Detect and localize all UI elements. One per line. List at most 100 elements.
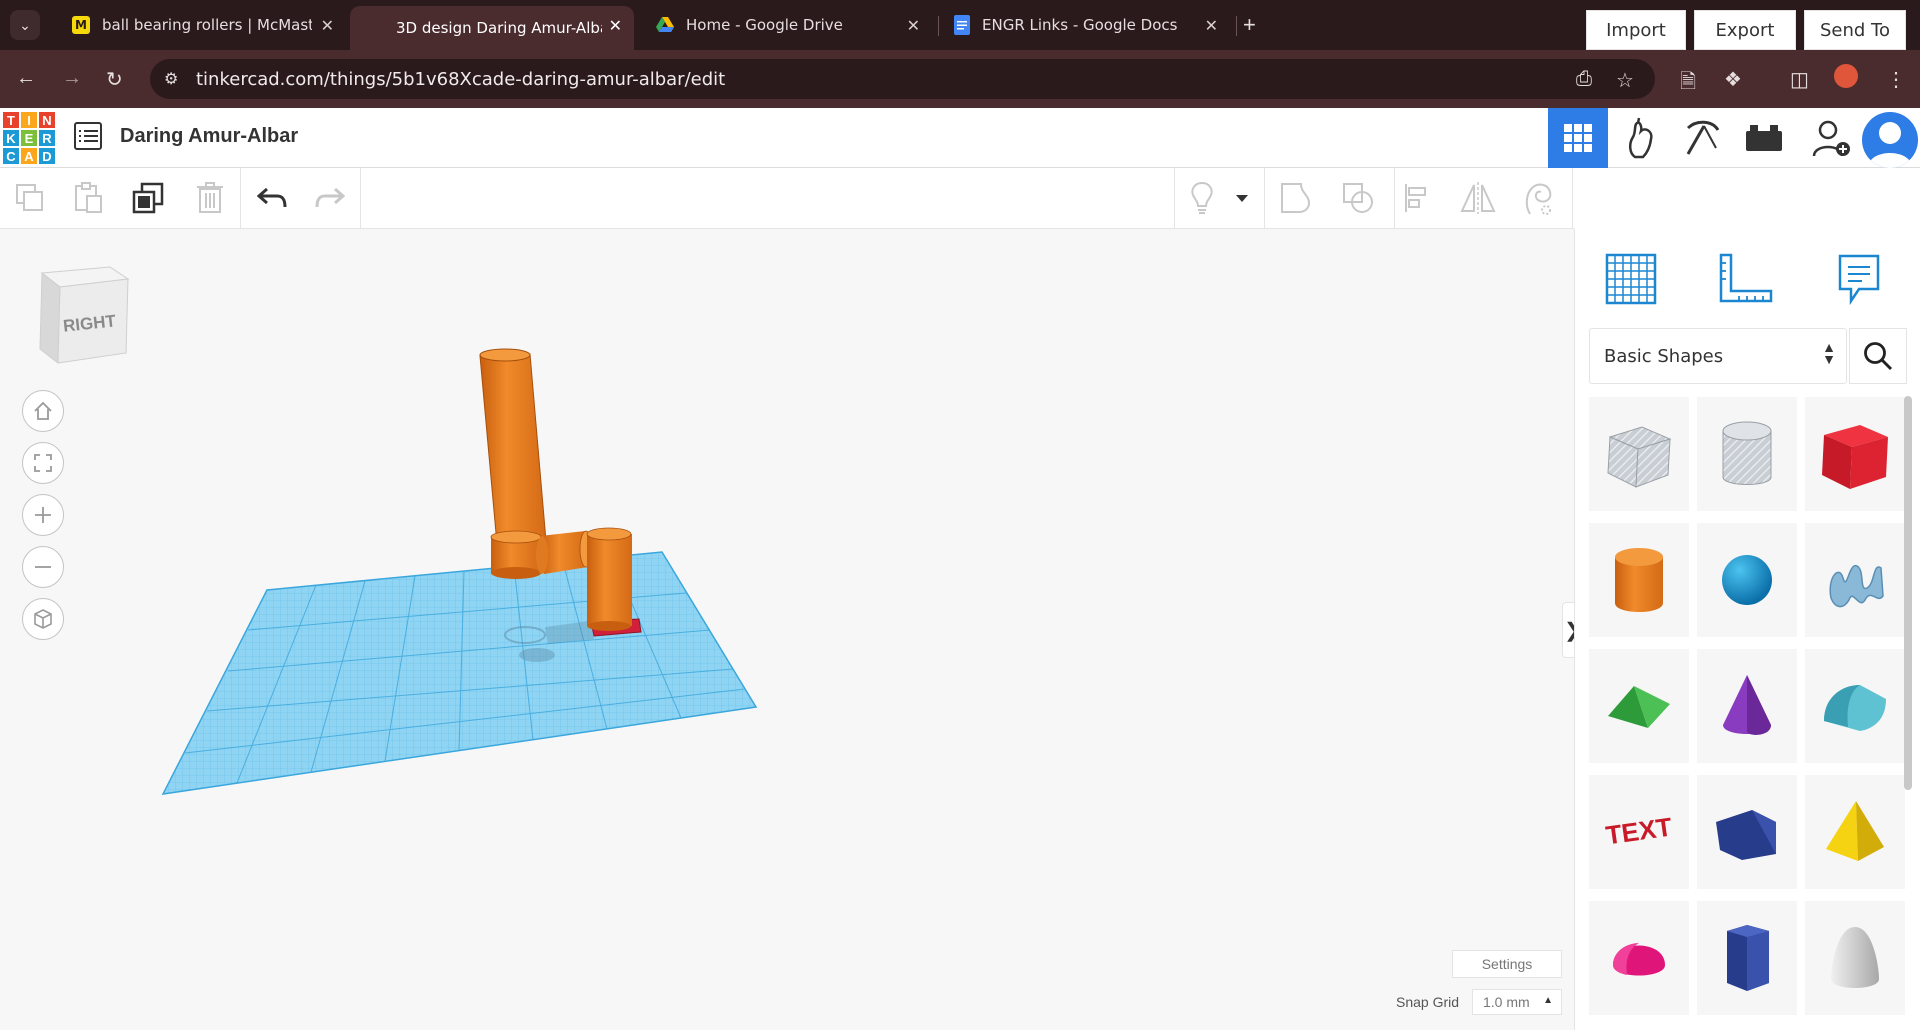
design-menu-icon[interactable] [74, 122, 102, 150]
reload-icon[interactable]: ↻ [106, 67, 123, 92]
group-icon [1281, 183, 1311, 213]
upright-cylinder-shape[interactable] [586, 527, 632, 631]
copy-button[interactable] [12, 180, 48, 216]
shape-category-select[interactable]: Basic Shapes ▲ ▼ [1589, 328, 1847, 384]
tab-google-drive[interactable]: Home - Google Drive ✕ [640, 6, 932, 44]
bricks-button[interactable] [1734, 108, 1794, 168]
half-sphere-icon [1613, 943, 1665, 976]
zoom-out-button[interactable] [22, 546, 64, 588]
tab-google-docs[interactable]: ENGR Links - Google Docs ✕ [938, 6, 1230, 44]
shape-sphere[interactable] [1697, 523, 1797, 637]
shape-polygon[interactable] [1697, 901, 1797, 1015]
group-button[interactable] [1278, 180, 1314, 216]
shape-paraboloid[interactable] [1805, 901, 1905, 1015]
shape-round-roof[interactable] [1805, 649, 1905, 763]
redo-icon [315, 187, 345, 208]
ruler-tool-button[interactable] [1715, 249, 1775, 309]
shape-roof[interactable] [1589, 649, 1689, 763]
blocks-button[interactable] [1672, 108, 1732, 168]
shape-wedge[interactable] [1697, 775, 1797, 889]
delete-button[interactable] [192, 180, 228, 216]
zoom-in-button[interactable] [22, 494, 64, 536]
cruise-hand-icon [1525, 183, 1552, 215]
notes-dropdown-button[interactable] [1230, 180, 1254, 216]
address-bar[interactable]: ⚙ tinkercad.com/things/5b1v68Xcade-darin… [150, 59, 1655, 99]
notes-light-button[interactable] [1184, 180, 1220, 216]
invite-user-button[interactable] [1802, 108, 1862, 168]
import-button[interactable]: Import [1586, 10, 1686, 50]
tab-search-button[interactable]: ⌄ [10, 10, 40, 40]
shape-search-button[interactable] [1849, 328, 1907, 384]
site-settings-icon[interactable]: ⚙ [164, 69, 178, 89]
view-cube[interactable]: RIGHT [38, 265, 130, 372]
ungroup-button[interactable] [1340, 180, 1376, 216]
user-avatar-icon [1868, 122, 1912, 168]
paste-button[interactable] [70, 180, 106, 216]
avatar[interactable] [1862, 112, 1918, 168]
shapes-scrollbar[interactable] [1904, 396, 1912, 790]
redo-button[interactable] [312, 180, 348, 216]
back-icon[interactable]: ← [16, 67, 36, 90]
tinkercad-header: T I N K E R C A D Daring Amur-Albar [0, 108, 1920, 168]
shape-cone[interactable] [1697, 649, 1797, 763]
fit-view-button[interactable] [22, 442, 64, 484]
install-app-icon[interactable]: ⎙ [1576, 68, 1592, 91]
side-panel-icon[interactable]: ◫ [1790, 67, 1809, 92]
tinkercad-logo[interactable]: T I N K E R C A D [2, 111, 56, 165]
forward-icon[interactable]: → [62, 67, 82, 90]
url-text[interactable]: tinkercad.com/things/5b1v68Xcade-daring-… [196, 69, 725, 90]
bookmark-star-icon[interactable]: ☆ [1616, 68, 1634, 93]
tab-tinkercad[interactable]: 3D design Daring Amur-Albar | ✕ [350, 6, 634, 50]
shape-text[interactable]: TEXT [1589, 775, 1689, 889]
new-tab-button[interactable]: + [1243, 12, 1256, 38]
close-icon[interactable]: ✕ [321, 16, 334, 35]
shape-box[interactable] [1805, 397, 1905, 511]
undo-button[interactable] [254, 180, 290, 216]
workplane-grid[interactable] [161, 551, 758, 795]
workplane-canvas[interactable] [0, 229, 1574, 1030]
duplicate-button[interactable] [130, 180, 166, 216]
connector-cylinder-shape[interactable] [536, 530, 593, 574]
perspective-toggle-button[interactable] [22, 598, 64, 640]
align-button[interactable] [1400, 180, 1436, 216]
profile-icon[interactable] [1834, 64, 1858, 88]
design-title[interactable]: Daring Amur-Albar [120, 125, 298, 148]
toolbar-separator [1394, 168, 1395, 229]
shape-cylinder-hole[interactable] [1697, 397, 1797, 511]
close-icon[interactable]: ✕ [907, 16, 920, 35]
workplane-tool-button[interactable] [1601, 249, 1661, 309]
extensions-puzzle-icon[interactable]: ❖ [1724, 67, 1742, 92]
cruise-button[interactable] [1520, 180, 1556, 216]
tall-cylinder-shape[interactable] [479, 348, 547, 545]
tab-label: ENGR Links - Google Docs [982, 16, 1178, 34]
shape-category-value: Basic Shapes [1604, 346, 1724, 367]
3d-scene[interactable] [0, 229, 1574, 1030]
settings-button[interactable]: Settings [1452, 950, 1562, 978]
pyramid-icon [1826, 801, 1884, 861]
snap-grid-select[interactable]: 1.0 mm ▲ [1472, 989, 1562, 1015]
address-bar-row: ← → ↻ ⚙ tinkercad.com/things/5b1v68Xcade… [0, 50, 1920, 108]
close-icon[interactable]: ✕ [1205, 16, 1218, 35]
cube-outline-icon [34, 609, 52, 629]
shape-box-hole[interactable] [1589, 397, 1689, 511]
export-button[interactable]: Export [1694, 10, 1796, 50]
shape-cylinder[interactable] [1589, 523, 1689, 637]
text-shape-icon: TEXT [1604, 812, 1674, 850]
snap-grid-label: Snap Grid [1396, 994, 1460, 1010]
notes-tool-button[interactable] [1829, 249, 1889, 309]
mirror-button[interactable] [1460, 180, 1496, 216]
shape-pyramid[interactable] [1805, 775, 1905, 889]
shape-half-sphere[interactable] [1589, 901, 1689, 1015]
sim-lab-button[interactable] [1612, 108, 1672, 168]
tab-mcmaster[interactable]: M ball bearing rollers | McMaster- ✕ [56, 6, 346, 44]
send-to-button[interactable]: Send To [1804, 10, 1906, 50]
shape-scribble[interactable] [1805, 523, 1905, 637]
home-view-button[interactable] [22, 390, 64, 432]
base-cylinder-shape[interactable] [490, 530, 542, 579]
workplane-grid-icon [1605, 253, 1657, 305]
close-icon[interactable]: ✕ [609, 16, 622, 35]
3d-design-view-button[interactable] [1548, 108, 1608, 168]
paraboloid-icon [1831, 927, 1879, 988]
menu-dots-icon[interactable]: ⋮ [1886, 67, 1906, 92]
extension-doc-icon[interactable]: 🗎 [1680, 67, 1696, 101]
